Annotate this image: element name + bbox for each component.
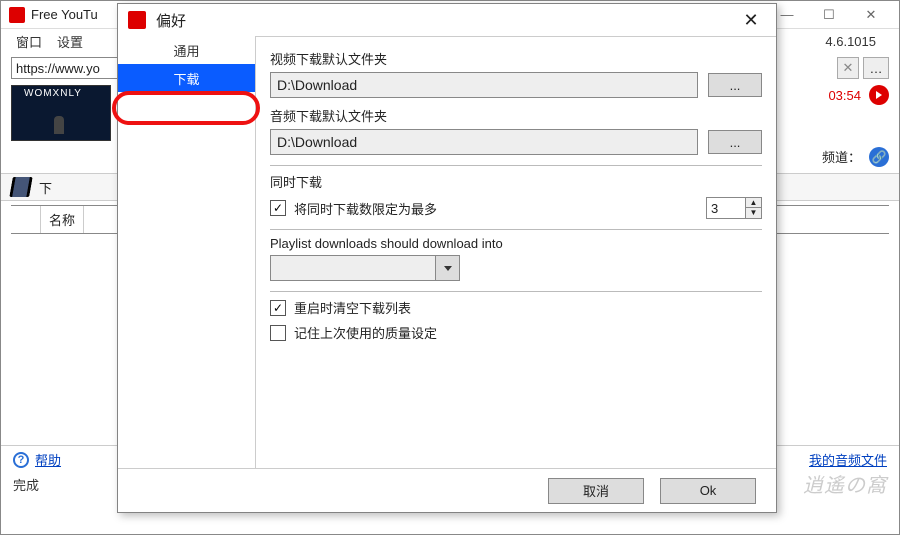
version-label: 4.6.1015	[825, 34, 876, 49]
cancel-button[interactable]: 取消	[548, 478, 644, 504]
clear-url-button[interactable]: ✕	[837, 57, 859, 79]
chevron-down-icon[interactable]	[435, 256, 459, 280]
channel-link-icon[interactable]: 🔗	[869, 147, 889, 167]
my-audio-link[interactable]: 我的音频文件	[809, 450, 887, 469]
toolbar-download-label[interactable]: 下	[39, 178, 52, 197]
remember-quality-checkbox[interactable]	[270, 325, 286, 341]
video-folder-browse-button[interactable]: ...	[708, 73, 762, 97]
limit-down-button[interactable]: ▼	[746, 208, 761, 218]
list-col-check[interactable]	[11, 206, 41, 233]
audio-folder-browse-button[interactable]: ...	[708, 130, 762, 154]
preferences-dialog: 偏好 ✕ 通用 下载 视频下载默认文件夹 ... 音频下载默认文件夹 ... 同…	[117, 3, 777, 513]
list-col-name[interactable]: 名称	[41, 206, 84, 233]
dialog-app-icon	[128, 11, 146, 29]
limit-stepper[interactable]: ▲▼	[706, 197, 762, 219]
dialog-content: 视频下载默认文件夹 ... 音频下载默认文件夹 ... 同时下载 将同时下载数限…	[256, 36, 776, 468]
youtube-icon[interactable]	[869, 85, 889, 105]
highlight-annotation	[112, 91, 260, 125]
film-icon	[9, 177, 33, 197]
close-button[interactable]: ✕	[851, 4, 891, 26]
app-icon	[9, 7, 25, 23]
limit-checkbox[interactable]	[270, 200, 286, 216]
channel-label: 频道：	[822, 147, 861, 167]
simultaneous-label: 同时下载	[270, 172, 762, 191]
video-folder-input[interactable]	[270, 72, 698, 98]
playlist-label: Playlist downloads should download into	[270, 236, 762, 251]
remember-quality-label: 记住上次使用的质量设定	[294, 323, 437, 342]
limit-label: 将同时下载数限定为最多	[294, 199, 437, 218]
limit-value-input[interactable]	[707, 201, 745, 216]
video-thumbnail[interactable]	[11, 85, 111, 141]
dialog-title: 偏好	[156, 10, 186, 31]
clear-on-restart-checkbox[interactable]	[270, 300, 286, 316]
playlist-folder-select[interactable]	[270, 255, 460, 281]
clear-on-restart-label: 重启时清空下载列表	[294, 298, 411, 317]
menu-window[interactable]: 窗口	[16, 32, 42, 51]
maximize-button[interactable]: ☐	[809, 4, 849, 26]
help-link[interactable]: 帮助	[35, 450, 61, 469]
paste-button[interactable]: …	[863, 57, 889, 79]
tab-general[interactable]: 通用	[118, 36, 255, 64]
video-folder-label: 视频下载默认文件夹	[270, 49, 762, 68]
help-icon: ?	[13, 452, 29, 468]
menu-settings[interactable]: 设置	[57, 32, 83, 51]
ok-button[interactable]: Ok	[660, 478, 756, 504]
audio-folder-input[interactable]	[270, 129, 698, 155]
tab-download[interactable]: 下载	[118, 64, 255, 92]
limit-up-button[interactable]: ▲	[746, 198, 761, 208]
video-duration: 03:54	[828, 88, 861, 103]
dialog-close-button[interactable]: ✕	[736, 10, 766, 31]
audio-folder-label: 音频下载默认文件夹	[270, 106, 762, 125]
